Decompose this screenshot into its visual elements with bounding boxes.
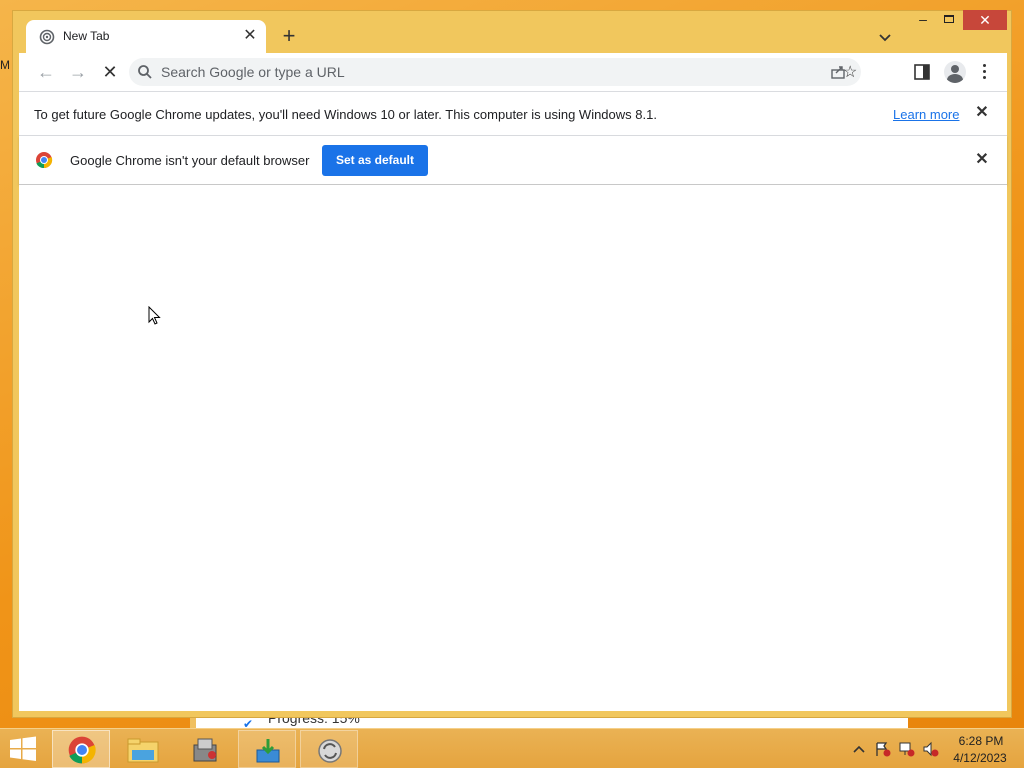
back-button[interactable]: ←	[35, 61, 57, 83]
bookmark-star-icon[interactable]: ☆	[843, 62, 857, 82]
sync-icon	[318, 739, 342, 763]
default-browser-infobar: Google Chrome isn't your default browser…	[19, 136, 1007, 185]
forward-button[interactable]: →	[67, 61, 89, 83]
clock-time[interactable]: 6:28 PM	[956, 734, 1006, 748]
check-icon: ✔	[243, 717, 254, 731]
side-panel-icon[interactable]	[912, 62, 932, 82]
close-icon[interactable]: ✕	[973, 104, 991, 122]
desktop-edge-text: M	[0, 58, 10, 72]
download-app-icon	[256, 739, 280, 763]
folder-icon	[127, 738, 159, 763]
set-as-default-button[interactable]: Set as default	[322, 145, 428, 176]
new-tab-button[interactable]: +	[277, 25, 301, 49]
search-icon	[138, 65, 152, 79]
installer-icon	[193, 738, 217, 762]
taskbar-sync-app[interactable]	[300, 730, 358, 768]
omnibox[interactable]: Search Google or type a URL ☆	[129, 58, 861, 86]
taskbar: 6:28 PM 4/12/2023	[0, 728, 1024, 768]
default-browser-text: Google Chrome isn't your default browser	[70, 153, 310, 168]
clock-date[interactable]: 4/12/2023	[950, 751, 1010, 765]
tab-new-tab[interactable]: New Tab ✕	[26, 20, 266, 53]
profile-avatar[interactable]	[944, 61, 966, 83]
windows-start-icon[interactable]	[8, 736, 38, 762]
volume-muted-icon[interactable]	[922, 741, 940, 757]
minimize-button[interactable]: –	[911, 9, 935, 29]
toolbar: ← → ✕ Search Google or type a URL ☆	[19, 53, 1007, 91]
taskbar-updater[interactable]	[238, 730, 296, 768]
taskbar-file-explorer[interactable]	[114, 730, 172, 768]
learn-more-link[interactable]: Learn more	[893, 107, 959, 122]
maximize-icon	[944, 14, 954, 23]
network-icon[interactable]	[898, 741, 916, 757]
taskbar-chrome[interactable]	[52, 730, 110, 768]
chrome-logo-icon	[36, 152, 53, 169]
action-center-flag-icon[interactable]	[874, 741, 892, 757]
mouse-cursor-icon	[148, 306, 161, 325]
maximize-button[interactable]	[937, 9, 961, 29]
taskbar-app-installer[interactable]	[176, 730, 234, 768]
update-infobar-text: To get future Google Chrome updates, you…	[34, 107, 657, 122]
chrome-icon	[68, 736, 96, 764]
chrome-window: New Tab ✕ + – ✕ ← → ✕ Search Google or t…	[12, 10, 1012, 718]
close-icon[interactable]: ✕	[240, 26, 260, 46]
omnibox-placeholder: Search Google or type a URL	[161, 64, 345, 80]
close-window-button[interactable]: ✕	[963, 10, 1007, 30]
close-icon[interactable]: ✕	[973, 151, 991, 169]
tab-title: New Tab	[63, 29, 110, 43]
stop-loading-button[interactable]: ✕	[99, 61, 121, 83]
show-hidden-icons-icon[interactable]	[850, 741, 868, 757]
update-infobar: To get future Google Chrome updates, you…	[19, 91, 1007, 136]
chevron-down-icon[interactable]	[875, 27, 895, 47]
title-bar[interactable]: New Tab ✕ + – ✕	[13, 9, 1011, 53]
page-content[interactable]	[19, 185, 1007, 711]
menu-icon[interactable]	[979, 61, 989, 83]
loading-icon	[39, 29, 55, 45]
